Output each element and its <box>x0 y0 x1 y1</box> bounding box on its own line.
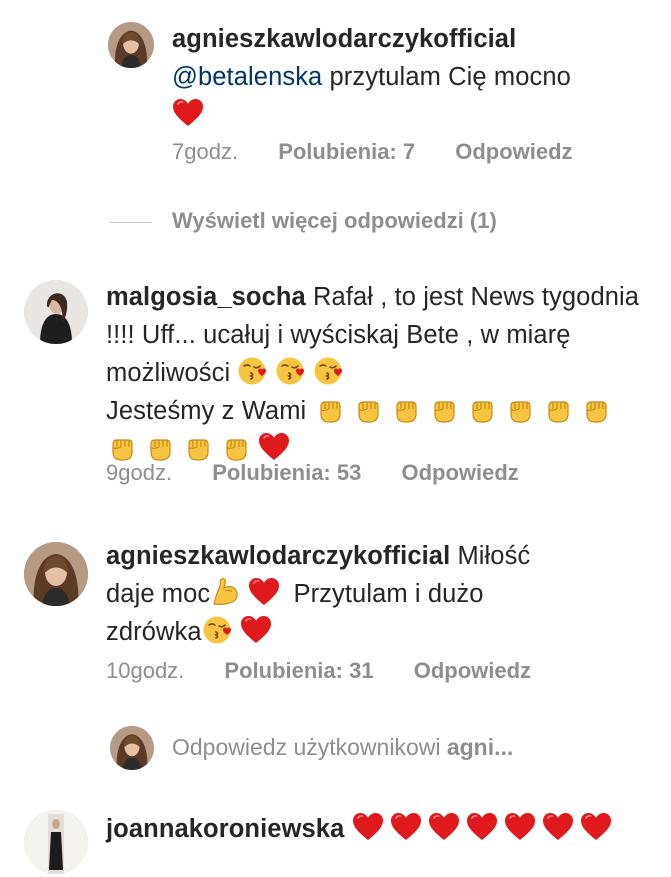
red-heart-icon <box>580 811 612 843</box>
comment-text: agnieszkawlodarczykofficial @betalenska … <box>172 20 652 134</box>
reply-placeholder-prefix: Odpowiedz użytkownikowi <box>172 734 441 760</box>
comment-meta: 9godz. Polubienia: 53 Odpowiedz <box>106 460 553 486</box>
red-heart-icon <box>428 811 460 843</box>
red-heart-icon <box>248 576 280 608</box>
red-heart-icon <box>172 97 204 129</box>
raised-fist-icon <box>314 393 346 425</box>
red-heart-icon <box>240 614 272 646</box>
comment-meta: 10godz. Polubienia: 31 Odpowiedz <box>106 658 565 684</box>
raised-fist-icon <box>466 393 498 425</box>
comment-meta: 7godz. Polubienia: 7 Odpowiedz <box>172 139 607 165</box>
raised-fist-icon <box>390 393 422 425</box>
red-heart-icon <box>542 811 574 843</box>
comment-username[interactable]: agnieszkawlodarczykofficial <box>106 542 450 570</box>
red-heart-icon <box>258 431 290 463</box>
likes-count[interactable]: Polubienia: 31 <box>224 658 373 683</box>
face-blowing-kiss-icon <box>275 355 307 387</box>
view-more-replies-button[interactable]: Wyświetl więcej odpowiedzi (1) <box>110 208 497 234</box>
mention-link[interactable]: @betalenska <box>172 63 322 91</box>
avatar[interactable] <box>24 810 88 874</box>
comment-time: 10godz. <box>106 658 185 683</box>
red-heart-icon <box>352 811 384 843</box>
raised-fist-icon <box>428 393 460 425</box>
comment-text: agnieszkawlodarczykofficial Miłość daje … <box>106 537 586 651</box>
comment-body-2: Jesteśmy z Wami <box>106 397 307 425</box>
flexed-biceps-icon <box>210 576 242 608</box>
likes-count[interactable]: Polubienia: 7 <box>278 139 415 164</box>
red-heart-icon <box>390 811 422 843</box>
reply-button[interactable]: Odpowiedz <box>401 460 518 485</box>
comment-body: przytulam Cię mocno <box>329 63 571 91</box>
raised-fist-icon <box>352 393 384 425</box>
comment-username[interactable]: joannakoroniewska <box>106 815 344 843</box>
raised-fist-icon <box>182 431 214 463</box>
reply-button[interactable]: Odpowiedz <box>455 139 572 164</box>
comment-text: joannakoroniewska <box>106 810 646 848</box>
comment-time: 9godz. <box>106 460 173 485</box>
face-blowing-kiss-icon <box>237 355 269 387</box>
reply-to-user-input[interactable]: Odpowiedz użytkownikowi agni... <box>110 726 670 770</box>
face-blowing-kiss-icon <box>313 355 345 387</box>
raised-fist-icon <box>580 393 612 425</box>
reply-placeholder-username: agni... <box>446 734 514 760</box>
comment-time: 7godz. <box>172 139 239 164</box>
raised-fist-icon <box>144 431 176 463</box>
comment-username[interactable]: agnieszkawlodarczykofficial <box>172 25 516 53</box>
raised-fist-icon <box>504 393 536 425</box>
raised-fist-icon <box>106 431 138 463</box>
comment-text: malgosia_socha Rafał , to jest News tygo… <box>106 278 646 468</box>
face-blowing-kiss-icon <box>202 614 234 646</box>
red-heart-icon <box>466 811 498 843</box>
divider <box>110 221 152 223</box>
comment-username[interactable]: malgosia_socha <box>106 283 306 311</box>
avatar <box>110 726 154 770</box>
reply-placeholder: Odpowiedz użytkownikowi agni... <box>172 734 513 761</box>
avatar[interactable] <box>24 542 88 606</box>
likes-count[interactable]: Polubienia: 53 <box>212 460 361 485</box>
avatar[interactable] <box>108 22 154 68</box>
view-more-label: Wyświetl więcej odpowiedzi (1) <box>172 208 497 233</box>
reply-button[interactable]: Odpowiedz <box>414 658 531 683</box>
raised-fist-icon <box>220 431 252 463</box>
avatar[interactable] <box>24 280 88 344</box>
raised-fist-icon <box>542 393 574 425</box>
red-heart-icon <box>504 811 536 843</box>
